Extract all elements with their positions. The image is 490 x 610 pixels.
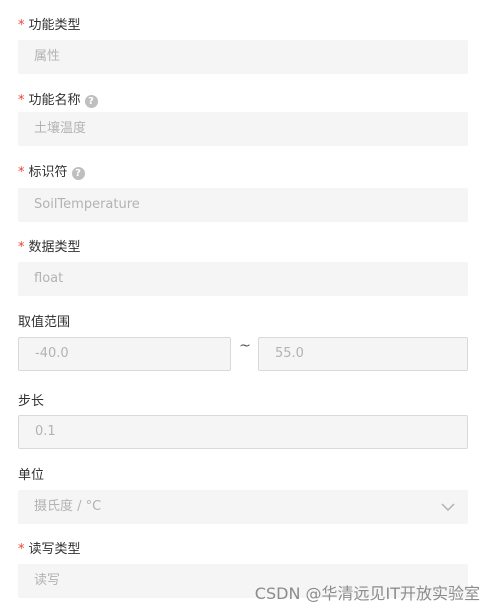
unit-label-text: 单位 (18, 468, 45, 483)
identifier-label-text: 标识符 (28, 165, 68, 180)
step-label: 步长 (18, 392, 44, 412)
range-min-value: -40.0 (35, 346, 69, 361)
required-asterisk: * (18, 93, 25, 108)
unit-value: 摄氏度 / °C (34, 499, 102, 514)
step-value: 0.1 (35, 424, 56, 439)
required-asterisk: * (18, 18, 25, 33)
rw-type-label-text: 读写类型 (28, 542, 81, 557)
data-type-label: * 数据类型 (18, 238, 81, 258)
identifier-value: SoilTemperature (34, 197, 140, 212)
range-min-input[interactable]: -40.0 (18, 337, 231, 371)
value-range-label-text: 取值范围 (18, 315, 71, 330)
function-name-field[interactable]: 土壤温度 (18, 112, 468, 146)
function-type-label: * 功能类型 (18, 16, 81, 36)
chevron-down-icon (440, 490, 456, 524)
data-type-label-text: 数据类型 (28, 240, 81, 255)
value-range-label: 取值范围 (18, 313, 70, 333)
step-input[interactable]: 0.1 (18, 415, 468, 449)
range-max-value: 55.0 (275, 346, 304, 361)
identifier-label: * 标识符 ? (18, 163, 85, 183)
data-type-value: float (34, 271, 64, 286)
required-asterisk: * (18, 165, 25, 180)
function-type-label-text: 功能类型 (28, 18, 81, 33)
range-max-input[interactable]: 55.0 (258, 337, 468, 371)
help-icon[interactable]: ? (71, 166, 85, 180)
unit-select[interactable]: 摄氏度 / °C (18, 490, 468, 524)
step-label-text: 步长 (18, 394, 45, 409)
function-type-value: 属性 (34, 49, 61, 64)
function-type-field[interactable]: 属性 (18, 40, 468, 74)
required-asterisk: * (18, 542, 25, 557)
watermark: CSDN @华清远见IT开放实验室 (254, 584, 480, 603)
rw-type-value: 读写 (34, 573, 61, 588)
help-icon[interactable]: ? (84, 94, 98, 108)
range-separator: ~ (239, 338, 251, 354)
rw-type-label: * 读写类型 (18, 540, 81, 560)
unit-label: 单位 (18, 466, 44, 486)
required-asterisk: * (18, 240, 25, 255)
data-type-field[interactable]: float (18, 262, 468, 296)
function-name-label: * 功能名称 ? (18, 91, 98, 111)
function-name-label-text: 功能名称 (28, 93, 81, 108)
identifier-field[interactable]: SoilTemperature (18, 188, 468, 222)
function-name-value: 土壤温度 (34, 121, 87, 136)
